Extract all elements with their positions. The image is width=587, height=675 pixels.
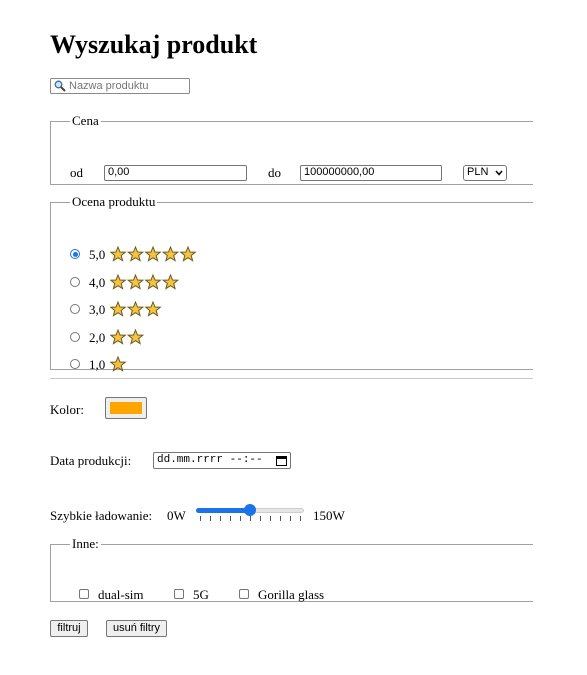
price-from-value: 0,00 <box>108 166 130 178</box>
search-box[interactable] <box>50 78 190 94</box>
rating-stars <box>110 246 197 262</box>
rating-radio[interactable] <box>70 331 80 342</box>
rating-option[interactable]: 1,0 <box>70 356 270 372</box>
clear-filters-button[interactable]: usuń filtry <box>106 620 167 637</box>
price-from-label: od <box>70 165 83 180</box>
slider-tick <box>200 516 201 521</box>
star-icon <box>126 301 145 317</box>
other-checkbox[interactable] <box>239 589 249 599</box>
star-icon <box>161 246 180 262</box>
star-icon <box>144 246 162 262</box>
price-from-input[interactable]: 0,00 <box>104 165 247 181</box>
rating-label: 3,0 <box>89 302 106 317</box>
star-icon <box>144 301 162 317</box>
slider-ticks <box>196 516 304 521</box>
star-icon <box>110 328 127 345</box>
charging-label: Szybkie ładowanie: <box>50 508 153 523</box>
date-placeholder: dd.mm.rrrr --:-- <box>157 454 263 466</box>
page-title: Wyszukaj produkt <box>50 30 258 59</box>
rating-radio[interactable] <box>70 359 80 369</box>
date-label: Data produkcji: <box>50 453 132 468</box>
star-icon <box>161 273 180 290</box>
other-checkbox[interactable] <box>79 589 89 599</box>
search-icon <box>54 80 66 92</box>
other-label: Gorilla glass <box>258 587 325 602</box>
other-fieldset: Inne: dual-sim 5G Gorilla glass <box>50 536 533 602</box>
slider-tick <box>210 516 211 521</box>
rating-option[interactable]: 4,0 <box>70 273 270 290</box>
rating-radio[interactable] <box>70 249 80 259</box>
slider-tick <box>290 516 291 521</box>
rating-stars <box>110 328 145 345</box>
other-label: 5G <box>193 587 209 602</box>
other-label: dual-sim <box>98 587 144 602</box>
rating-stars <box>110 301 162 317</box>
slider-fill <box>196 508 250 513</box>
rating-legend: Ocena produktu <box>72 194 156 209</box>
rating-option[interactable]: 3,0 <box>70 301 270 317</box>
charging-max-label: 150W <box>313 508 345 523</box>
slider-tick <box>220 516 221 521</box>
rating-radio[interactable] <box>70 304 80 314</box>
rating-label: 4,0 <box>89 274 106 290</box>
slider-tick <box>300 516 301 521</box>
star-icon <box>126 246 145 262</box>
other-checkbox[interactable] <box>174 589 184 599</box>
rating-label: 1,0 <box>89 357 106 372</box>
slider-tick <box>270 516 271 521</box>
rating-label: 5,0 <box>89 247 106 262</box>
star-icon <box>110 301 127 317</box>
divider <box>50 378 533 379</box>
slider-tick <box>260 516 261 521</box>
star-icon <box>144 273 162 290</box>
slider-tick <box>250 516 251 521</box>
currency-value: PLN <box>467 166 489 178</box>
charging-min-label: 0W <box>167 508 186 523</box>
slider-thumb[interactable] <box>244 504 256 516</box>
star-icon <box>126 328 145 345</box>
star-icon <box>110 356 127 372</box>
color-picker[interactable] <box>105 397 147 419</box>
price-to-label: do <box>268 165 281 180</box>
rating-stars <box>110 273 180 290</box>
chevron-down-icon <box>495 170 503 176</box>
rating-stars <box>110 356 127 372</box>
slider-tick <box>240 516 241 521</box>
price-to-value: 100000000,00 <box>304 166 375 178</box>
star-icon <box>110 273 127 290</box>
rating-fieldset: Ocena produktu 5,0 4,0 3,0 2,0 1,0 <box>50 194 533 372</box>
rating-radio[interactable] <box>70 276 80 287</box>
price-fieldset: Cena od 0,00 do 100000000,00 PLN <box>50 113 533 185</box>
star-icon <box>126 273 145 290</box>
slider-tick <box>230 516 231 521</box>
slider-tick <box>280 516 281 521</box>
filter-button[interactable]: filtruj <box>50 620 88 637</box>
calendar-icon[interactable] <box>276 455 287 466</box>
rating-label: 2,0 <box>89 329 106 345</box>
rating-option[interactable]: 2,0 <box>70 328 270 345</box>
color-label: Kolor: <box>50 402 84 417</box>
date-input[interactable]: dd.mm.rrrr --:-- <box>153 452 291 469</box>
price-to-input[interactable]: 100000000,00 <box>300 165 442 181</box>
price-legend: Cena <box>72 113 99 128</box>
search-input[interactable] <box>69 79 187 93</box>
other-legend: Inne: <box>72 536 99 551</box>
star-icon <box>179 246 197 262</box>
rating-option[interactable]: 5,0 <box>70 246 270 262</box>
color-swatch <box>110 402 142 414</box>
star-icon <box>110 246 127 262</box>
currency-select[interactable]: PLN <box>463 165 507 181</box>
charging-slider[interactable] <box>196 503 304 523</box>
